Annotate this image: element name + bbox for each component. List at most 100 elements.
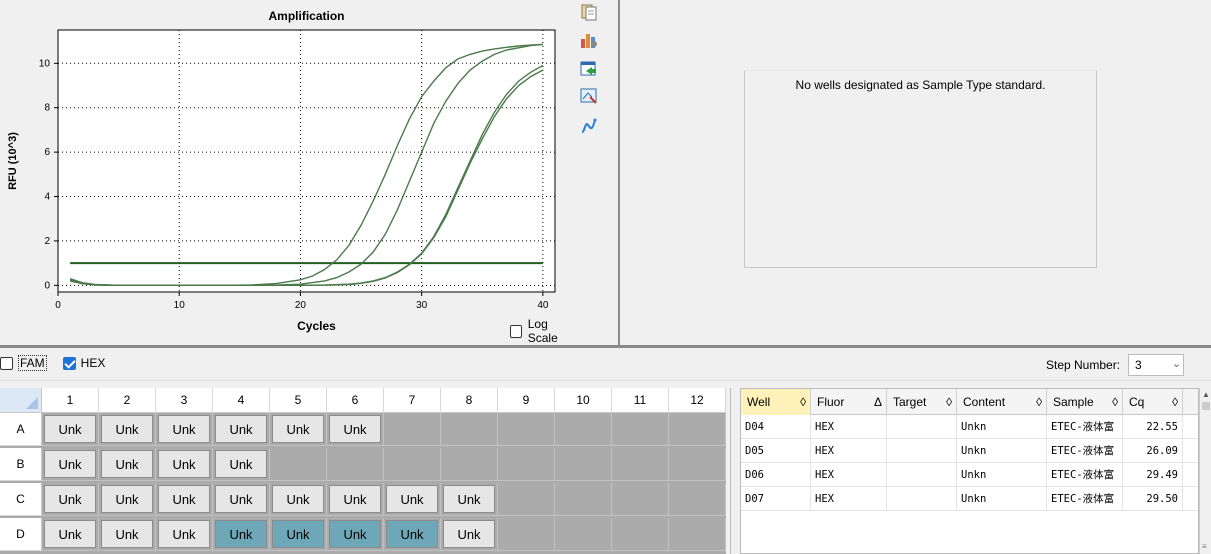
column-header-content[interactable]: Content ◊ <box>957 389 1047 415</box>
plate-cell[interactable]: Unk <box>213 413 270 446</box>
sort-icon[interactable]: ◊ <box>1172 395 1178 409</box>
plate-cell[interactable] <box>498 448 555 481</box>
plate-cell[interactable]: Unk <box>327 413 384 446</box>
well-c1[interactable]: Unk <box>44 485 96 513</box>
plate-row-header[interactable]: C <box>0 483 42 516</box>
plate-cell[interactable]: Unk <box>156 448 213 481</box>
sort-icon[interactable]: ◊ <box>1036 395 1042 409</box>
plate-column-10[interactable]: 10 <box>555 388 612 413</box>
plate-cell[interactable]: Unk <box>213 483 270 516</box>
plate-cell[interactable]: Unk <box>213 518 270 551</box>
table-row[interactable]: D06 HEX Unkn ETEC-液体富 29.49 <box>741 463 1198 487</box>
plate-cell[interactable] <box>555 413 612 446</box>
well-b3[interactable]: Unk <box>158 450 210 478</box>
plate-cell[interactable]: Unk <box>384 518 441 551</box>
well-c8[interactable]: Unk <box>443 485 495 513</box>
plate-cell[interactable]: Unk <box>270 413 327 446</box>
table-row[interactable]: D05 HEX Unkn ETEC-液体富 26.09 <box>741 439 1198 463</box>
well-b4[interactable]: Unk <box>215 450 267 478</box>
plate-cell[interactable] <box>498 518 555 551</box>
plate-cell[interactable] <box>612 413 669 446</box>
well-c6[interactable]: Unk <box>329 485 381 513</box>
column-header-well[interactable]: Well ◊ <box>741 389 811 415</box>
plate-cell[interactable]: Unk <box>441 483 498 516</box>
fam-checkbox[interactable] <box>0 356 13 370</box>
column-header-sample[interactable]: Sample ◊ <box>1047 389 1123 415</box>
hex-checkbox[interactable] <box>62 356 76 370</box>
plate-cell[interactable]: Unk <box>99 413 156 446</box>
plate-cell[interactable]: Unk <box>156 413 213 446</box>
well-a5[interactable]: Unk <box>272 415 324 443</box>
panel-splitter-horizontal[interactable] <box>0 345 1211 348</box>
column-header-fluor[interactable]: Fluor Δ <box>811 389 887 415</box>
column-header-cq[interactable]: Cq ◊ <box>1123 389 1183 415</box>
plate-cell[interactable] <box>498 483 555 516</box>
plate-cell[interactable]: Unk <box>213 448 270 481</box>
sort-icon[interactable]: ◊ <box>800 395 806 409</box>
plate-row-header[interactable]: A <box>0 413 42 446</box>
select-all-corner[interactable] <box>0 388 42 413</box>
well-d3[interactable]: Unk <box>158 520 210 548</box>
plate-cell[interactable] <box>555 518 612 551</box>
well-c5[interactable]: Unk <box>272 485 324 513</box>
plate-column-1[interactable]: 1 <box>42 388 99 413</box>
plate-cell[interactable] <box>612 518 669 551</box>
plate-cell[interactable]: Unk <box>42 483 99 516</box>
plate-cell[interactable] <box>441 413 498 446</box>
sort-icon[interactable]: ◊ <box>946 395 952 409</box>
plate-cell[interactable]: Unk <box>384 483 441 516</box>
well-c3[interactable]: Unk <box>158 485 210 513</box>
well-d5[interactable]: Unk <box>272 520 324 548</box>
plate-column-3[interactable]: 3 <box>156 388 213 413</box>
plate-column-6[interactable]: 6 <box>327 388 384 413</box>
panel-splitter-vertical[interactable] <box>618 0 620 345</box>
plate-column-2[interactable]: 2 <box>99 388 156 413</box>
table-row[interactable]: D04 HEX Unkn ETEC-液体富 22.55 <box>741 415 1198 439</box>
well-a1[interactable]: Unk <box>44 415 96 443</box>
zoom-icon[interactable] <box>578 86 600 106</box>
plate-cell[interactable] <box>441 448 498 481</box>
plate-cell[interactable] <box>555 483 612 516</box>
plate-cell[interactable] <box>384 413 441 446</box>
log-scale-toggle[interactable]: Log Scale <box>510 317 575 345</box>
amplification-chart[interactable]: 0 10 20 30 40 0 2 4 6 8 10 Amplification Cycles RFU (… <box>0 0 575 345</box>
plate-cell[interactable] <box>669 518 726 551</box>
fluor-toggle-hex[interactable]: HEX <box>62 356 105 370</box>
well-d2[interactable]: Unk <box>101 520 153 548</box>
well-a4[interactable]: Unk <box>215 415 267 443</box>
plate-row-header[interactable]: B <box>0 448 42 481</box>
results-vertical-scrollbar[interactable]: ▲ ≡ <box>1199 388 1211 554</box>
well-d8[interactable]: Unk <box>443 520 495 548</box>
plate-cell[interactable]: Unk <box>270 518 327 551</box>
plate-column-11[interactable]: 11 <box>612 388 669 413</box>
step-number-select[interactable]: 3 ⌄ <box>1128 354 1185 376</box>
plate-cell[interactable]: Unk <box>42 448 99 481</box>
plate-cell[interactable] <box>270 448 327 481</box>
plate-cell[interactable] <box>384 448 441 481</box>
plate-cell[interactable]: Unk <box>327 483 384 516</box>
well-d1[interactable]: Unk <box>44 520 96 548</box>
plate-column-12[interactable]: 12 <box>669 388 726 413</box>
scroll-up-icon[interactable]: ▲ <box>1201 390 1211 402</box>
plate-cell[interactable] <box>612 483 669 516</box>
results-table[interactable]: Well ◊ Fluor Δ Target ◊ Content ◊ Sample ◊ Cq ◊ D04… <box>740 388 1199 554</box>
plate-cell[interactable]: Unk <box>156 483 213 516</box>
plate-cell[interactable]: Unk <box>42 413 99 446</box>
well-d4[interactable]: Unk <box>215 520 267 548</box>
plate-cell[interactable]: Unk <box>441 518 498 551</box>
chart-settings-icon[interactable] <box>578 30 600 50</box>
export-icon[interactable] <box>578 58 600 78</box>
plate-cell[interactable] <box>669 413 726 446</box>
sort-icon[interactable]: Δ <box>874 395 882 409</box>
plate-cell[interactable]: Unk <box>327 518 384 551</box>
plate-cell[interactable]: Unk <box>270 483 327 516</box>
well-b2[interactable]: Unk <box>101 450 153 478</box>
plate-cell[interactable]: Unk <box>99 518 156 551</box>
plate-cell[interactable] <box>555 448 612 481</box>
plate-column-9[interactable]: 9 <box>498 388 555 413</box>
plate-column-8[interactable]: 8 <box>441 388 498 413</box>
copy-icon[interactable] <box>578 2 600 22</box>
well-c4[interactable]: Unk <box>215 485 267 513</box>
log-scale-checkbox[interactable] <box>510 324 522 338</box>
plate-cell[interactable] <box>612 448 669 481</box>
